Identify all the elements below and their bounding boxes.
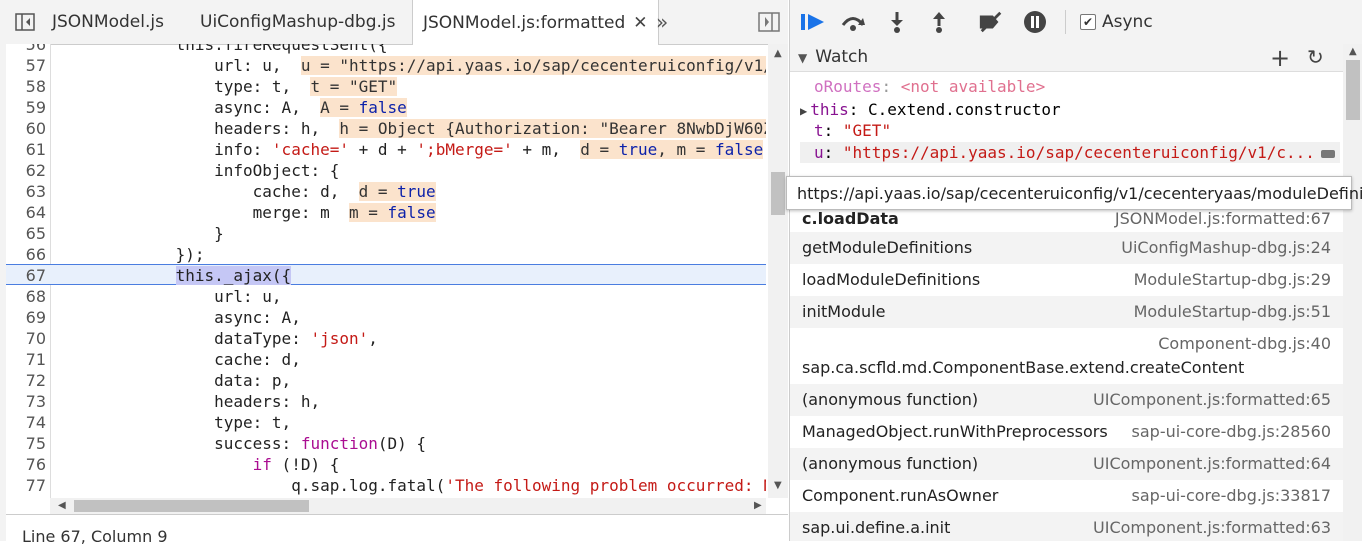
watch-item[interactable]: t: "GET" xyxy=(814,120,891,141)
code-line: 64 merge: m m = false xyxy=(25,203,436,222)
code-line: 72 data: p, xyxy=(25,371,292,390)
async-checkbox[interactable]: ✔ Async xyxy=(1080,12,1153,32)
editor-pane: JSONModel.js UiConfigMashup-dbg.js JSONM… xyxy=(6,0,788,546)
code-line: 70 dataType: 'json', xyxy=(25,329,378,348)
step-over-button[interactable] xyxy=(840,10,866,34)
deactivate-breakpoints-button[interactable] xyxy=(978,10,1004,34)
more-tabs-button[interactable]: » xyxy=(656,10,668,34)
close-icon[interactable]: ✕ xyxy=(633,13,647,33)
step-into-icon xyxy=(891,12,903,33)
checkbox-icon[interactable]: ✔ xyxy=(1080,14,1096,30)
cursor-position: Line 67, Column 9 xyxy=(22,527,168,546)
tab-label: JSONModel.js xyxy=(52,12,164,32)
breakpoints-off-icon xyxy=(979,11,1002,33)
debugger-pane: ✔ Async ▼ Watch + ↻ oRoutes: <not availab… xyxy=(789,0,1362,541)
scrollbar-thumb[interactable] xyxy=(74,500,309,512)
call-frame[interactable]: (anonymous function) UIComponent.js:forma… xyxy=(790,384,1343,416)
scrollbar-thumb[interactable] xyxy=(1346,60,1360,120)
editor-statusbar: Line 67, Column 9 xyxy=(6,514,788,546)
debugger-toolbar: ✔ Async xyxy=(790,0,1362,45)
code-line: 57 url: u, u = "https://api.yaas.io/sap/… xyxy=(6,55,766,76)
code-line: 71 cache: d, xyxy=(25,350,301,369)
refresh-icon[interactable]: ↻ xyxy=(1307,45,1324,69)
watch-item[interactable]: oRoutes: <not available> xyxy=(814,76,1045,97)
editor-tabbar: JSONModel.js UiConfigMashup-dbg.js JSONM… xyxy=(6,0,788,45)
code-line: 61 info: 'cache=' + d + ';bMerge=' + m, … xyxy=(25,140,764,159)
inline-value: d = true, m = false xyxy=(580,140,764,159)
step-out-icon xyxy=(933,12,945,33)
scroll-left-icon[interactable]: ◀ xyxy=(58,500,66,511)
watch-value-tooltip: https://api.yaas.io/sap/cecenteruiconfig… xyxy=(786,176,1362,210)
inline-value: d = true xyxy=(358,182,436,201)
scroll-down-icon[interactable]: ▼ xyxy=(774,480,782,491)
watch-section-header[interactable]: ▼ Watch + ↻ xyxy=(790,44,1343,72)
tab-uiconfigmashup[interactable]: UiConfigMashup-dbg.js xyxy=(190,0,405,44)
code-line: 59 async: A, A = false xyxy=(25,98,407,117)
tab-jsonmodel[interactable]: JSONModel.js xyxy=(42,0,174,44)
code-area[interactable]: 56 this.fireRequestSent({ 57 url: u, u =… xyxy=(6,44,766,498)
async-label: Async xyxy=(1102,12,1153,32)
scroll-up-icon[interactable]: ▲ xyxy=(1349,46,1357,57)
step-out-button[interactable] xyxy=(926,10,952,34)
scrollbar-thumb[interactable] xyxy=(771,172,785,215)
inline-value: t = "GET" xyxy=(310,77,398,96)
inline-value: h = Object {Authorization: "Bearer 8NwbD… xyxy=(339,119,766,138)
editor-horizontal-scrollbar[interactable]: ◀ ▶ xyxy=(50,498,766,514)
call-frame[interactable]: ManagedObject.runWithPreprocessors sap-ui… xyxy=(790,416,1343,448)
watch-item[interactable]: ▶ this: C.extend.constructor xyxy=(800,99,1061,120)
code-line: 62 infoObject: { xyxy=(25,161,340,180)
inline-value: u = "https://api.yaas.io/sap/cecenteruic… xyxy=(300,56,766,75)
call-frame[interactable]: Component.runAsOwner sap-ui-core-dbg.js:3… xyxy=(790,480,1343,512)
resume-icon xyxy=(801,14,824,30)
pause-on-exceptions-button[interactable] xyxy=(1022,10,1048,34)
watch-title: ▼ Watch xyxy=(798,47,869,67)
code-line: 63 cache: d, d = true xyxy=(25,182,436,201)
code-line: 77 q.sap.log.fatal('The following proble… xyxy=(25,476,766,495)
code-line: 73 headers: h, xyxy=(25,392,321,411)
editor-vertical-scrollbar[interactable]: ▲ ▼ xyxy=(768,44,788,498)
scroll-right-icon[interactable]: ▶ xyxy=(754,500,762,511)
code-line: 68 url: u, xyxy=(25,287,282,306)
step-into-button[interactable] xyxy=(884,10,910,34)
step-over-icon xyxy=(841,17,865,31)
code-line: 74 type: t, xyxy=(25,413,292,432)
code-line: 69 async: A, xyxy=(25,308,301,327)
code-line: 60 headers: h, h = Object {Authorization… xyxy=(6,118,766,139)
code-line: 65 } xyxy=(25,224,224,243)
call-frame[interactable]: Component-dbg.js:40 sap.ca.scfld.md.Compo… xyxy=(790,328,1343,384)
code-line: 56 this.fireRequestSent({ xyxy=(25,44,388,54)
code-line: 76 if (!D) { xyxy=(25,455,340,474)
call-frame[interactable]: loadModuleDefinitions ModuleStartup-dbg.j… xyxy=(790,264,1343,296)
call-frame[interactable]: initModule ModuleStartup-dbg.js:51 xyxy=(790,296,1343,328)
delete-watch-icon[interactable] xyxy=(1320,149,1335,158)
code-line: 75 success: function(D) { xyxy=(25,434,427,453)
call-frame[interactable]: sap.ui.define.a.init UIComponent.js:forma… xyxy=(790,512,1343,541)
call-frame[interactable]: (anonymous function) UIComponent.js:forma… xyxy=(790,448,1343,480)
current-code-line: 67 this._ajax({ xyxy=(6,264,766,285)
add-watch-button[interactable]: + xyxy=(1270,44,1290,72)
scroll-up-icon[interactable]: ▲ xyxy=(774,48,782,59)
debugger-vertical-scrollbar[interactable]: ▲ xyxy=(1343,44,1362,541)
toggle-navigator-icon[interactable] xyxy=(14,11,36,33)
expand-triangle-icon[interactable]: ▼ xyxy=(798,51,807,65)
inline-value: A = false xyxy=(320,98,407,117)
toolbar-separator xyxy=(1065,10,1066,34)
tab-label: JSONModel.js:formatted xyxy=(423,12,626,33)
code-line: 58 type: t, t = "GET" xyxy=(25,77,398,96)
expand-triangle-icon[interactable]: ▶ xyxy=(800,104,807,118)
toggle-debugger-icon[interactable] xyxy=(758,12,780,32)
resume-button[interactable] xyxy=(800,10,826,34)
call-stack-list: c.loadData JSONModel.js:formatted:67 getM… xyxy=(790,210,1343,541)
watch-item[interactable]: u: "https://api.yaas.io/sap/cecenteruico… xyxy=(800,142,1340,163)
inline-value: m = false xyxy=(348,203,436,222)
call-frame[interactable]: getModuleDefinitions UiConfigMashup-dbg.j… xyxy=(790,232,1343,264)
tab-jsonmodel-formatted[interactable]: JSONModel.js:formatted ✕ xyxy=(412,0,659,45)
tab-label: UiConfigMashup-dbg.js xyxy=(200,12,396,32)
selected-text: this._ajax({ xyxy=(175,266,292,285)
call-frame[interactable]: c.loadData JSONModel.js:formatted:67 xyxy=(790,210,1343,232)
code-line: 66 }); xyxy=(25,245,205,264)
pause-exceptions-icon xyxy=(1024,11,1046,33)
